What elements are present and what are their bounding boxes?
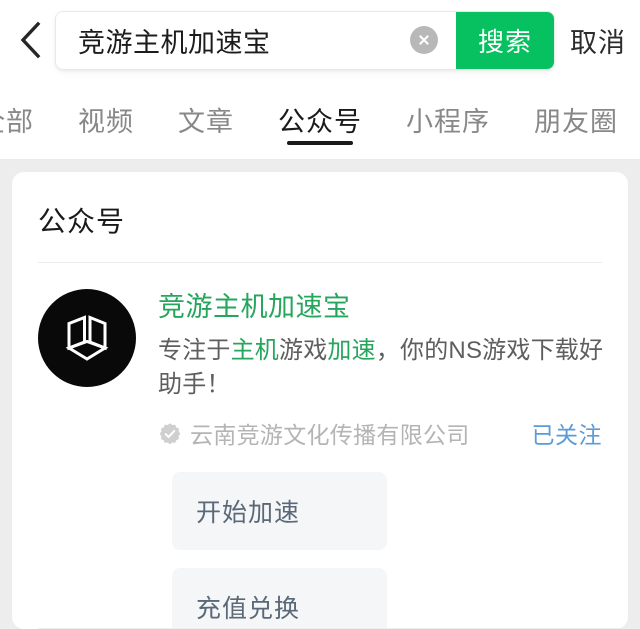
folded-book-logo-icon xyxy=(56,307,118,369)
cancel-button[interactable]: 取消 xyxy=(568,21,626,60)
verified-badge-icon xyxy=(158,422,182,446)
action-recharge-exchange-button[interactable]: 充值兑换 xyxy=(172,567,387,629)
tab-mini-program[interactable]: 小程序 xyxy=(384,80,512,159)
search-field[interactable]: 搜索 xyxy=(56,11,554,69)
search-filter-tabs: 全部 视频 文章 公众号 小程序 朋友圈 xyxy=(0,80,640,160)
chevron-left-icon xyxy=(19,21,41,59)
tab-label: 全部 xyxy=(0,107,34,137)
card-section-title: 公众号 xyxy=(38,206,126,237)
desc-part-2: 游戏 xyxy=(279,336,328,364)
desc-highlight-2: 加速 xyxy=(327,336,376,364)
tab-official-account[interactable]: 公众号 xyxy=(256,80,384,159)
tab-underline xyxy=(287,141,353,145)
account-description: 专注于主机游戏加速，你的NS游戏下载好助手！ xyxy=(158,334,606,402)
tab-article[interactable]: 文章 xyxy=(156,80,256,159)
official-account-result-card: 公众号 竞游主机加速宝 专注于主机游戏加速，你的NS游戏下载好助手！ 云南竞游文… xyxy=(12,172,628,629)
wechat-search-screen: 搜索 取消 全部 视频 文章 公众号 小程序 朋友圈 xyxy=(0,0,640,629)
clear-icon[interactable] xyxy=(410,26,438,54)
tab-label: 视频 xyxy=(78,107,134,137)
back-button[interactable] xyxy=(4,10,56,70)
tab-label: 公众号 xyxy=(278,107,362,137)
desc-highlight-1: 主机 xyxy=(230,336,280,364)
account-action-buttons: 开始加速 充值兑换 流量兑换 xyxy=(12,450,628,629)
tab-video[interactable]: 视频 xyxy=(56,80,156,159)
search-submit-button[interactable]: 搜索 xyxy=(456,11,554,69)
avatar[interactable] xyxy=(38,289,136,387)
tab-all[interactable]: 全部 xyxy=(0,80,56,159)
action-start-boost-button[interactable]: 开始加速 xyxy=(172,471,387,550)
tab-label: 小程序 xyxy=(406,107,490,137)
search-bar: 搜索 取消 xyxy=(0,0,640,80)
results-area: 公众号 竞游主机加速宝 专注于主机游戏加速，你的NS游戏下载好助手！ 云南竞游文… xyxy=(0,160,640,629)
account-details: 竞游主机加速宝 专注于主机游戏加速，你的NS游戏下载好助手！ 云南竞游文化传播有… xyxy=(158,289,606,450)
account-name: 竞游主机加速宝 xyxy=(158,292,351,322)
account-company: 云南竞游文化传播有限公司 xyxy=(190,421,470,448)
follow-status-button[interactable]: 已关注 xyxy=(518,416,603,450)
desc-part-1: 专注于 xyxy=(158,336,231,364)
account-meta-row: 云南竞游文化传播有限公司 已关注 xyxy=(158,416,606,450)
tab-label: 朋友圈 xyxy=(534,107,618,137)
tab-label: 文章 xyxy=(178,107,234,137)
tab-moments[interactable]: 朋友圈 xyxy=(512,80,640,159)
search-input[interactable] xyxy=(56,11,410,69)
account-result-row[interactable]: 竞游主机加速宝 专注于主机游戏加速，你的NS游戏下载好助手！ 云南竞游文化传播有… xyxy=(12,263,628,450)
